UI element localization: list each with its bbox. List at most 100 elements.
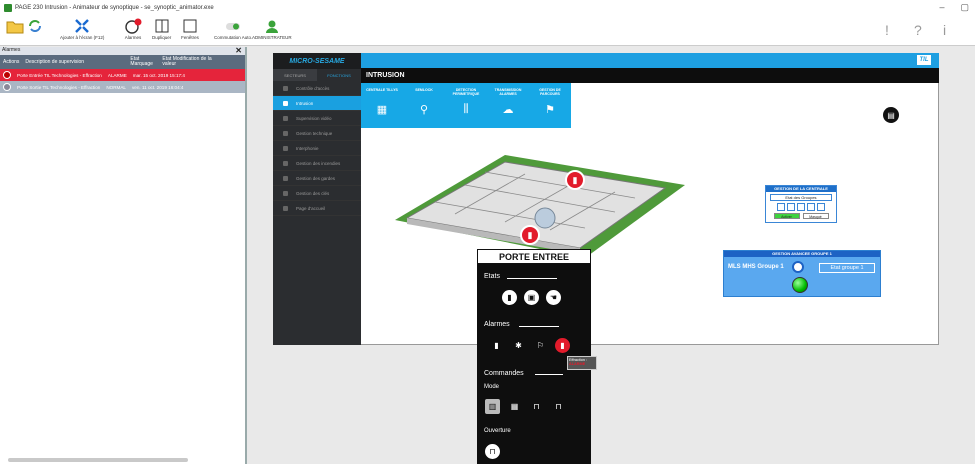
alarm-desc: Porte Sortie TIL Technologies - Effracti… xyxy=(17,84,101,90)
horizontal-scrollbar[interactable] xyxy=(8,458,188,462)
door-lock-icon[interactable]: ▣ xyxy=(524,290,539,305)
toolbar-open-button[interactable] xyxy=(6,18,24,34)
til-logo: TIL xyxy=(917,55,931,65)
brand-logo: MICRO-SESAME xyxy=(273,53,361,69)
alarm-date: ven. 11 oct. 2019 16:04:4 xyxy=(131,84,184,90)
sidebar-item-access[interactable]: Contrôle d'accès xyxy=(273,81,361,96)
pulse-open-icon[interactable]: ⊓ xyxy=(485,444,500,459)
sidebar-item-video[interactable]: Supervision vidéo xyxy=(273,111,361,126)
tamper-icon[interactable]: ✱ xyxy=(511,338,526,353)
fire-icon xyxy=(283,160,288,166)
sidebar-item-intercom[interactable]: Interphonie xyxy=(273,141,361,156)
toolbar-windows-button[interactable]: Fenêtres xyxy=(181,18,199,40)
refresh-icon xyxy=(29,20,41,32)
keypad-icon: ▦ xyxy=(376,104,388,116)
tab-secteurs[interactable]: SECTEURS xyxy=(273,69,317,81)
route-icon: ⚑ xyxy=(545,104,555,116)
alarm-row[interactable]: Porte Entrée TIL Technologies - Effracti… xyxy=(0,69,245,81)
home-icon xyxy=(283,205,288,211)
settings-icon[interactable] xyxy=(792,261,804,273)
user-icon xyxy=(265,20,278,33)
door-icon: ▮ xyxy=(572,174,578,185)
app-icon xyxy=(4,4,12,12)
unlock-icon[interactable]: ⊓ xyxy=(529,399,544,414)
toolbar-add-screen-button[interactable]: Ajouter à l'écran (F12) xyxy=(60,18,104,40)
header-bar: TIL xyxy=(361,53,939,68)
masked-button[interactable]: Masqué xyxy=(802,213,829,219)
status-led xyxy=(792,277,808,293)
hand-icon[interactable]: ☚ xyxy=(546,290,561,305)
guard-icon xyxy=(283,175,288,181)
intrusion-alarm-icon[interactable]: ▮ xyxy=(555,338,570,353)
group-panel: GESTION AVANCEE GROUPE 1 MLS MHS Groupe … xyxy=(723,250,881,297)
mode-schedule-icon[interactable]: ▦ xyxy=(507,399,522,414)
door-marker-exit[interactable]: ▮ xyxy=(565,170,585,190)
sidebar-item-fire[interactable]: Gestion des incendies xyxy=(273,156,361,171)
key-icon xyxy=(283,190,288,196)
ouverture-label: Ouverture xyxy=(484,428,511,434)
eye-icon xyxy=(283,100,288,106)
group-state-button[interactable]: Etat groupe 1 xyxy=(819,263,875,273)
tile-perimetre[interactable]: DETECTION PERIMETRIQUE ⫼ xyxy=(445,83,487,128)
switch-icon xyxy=(226,23,241,30)
sidebar-item-technical[interactable]: Gestion technique xyxy=(273,126,361,141)
toolbar-duplicate-button[interactable]: Dupliquer xyxy=(152,18,171,40)
run-icon[interactable]: ⚐ xyxy=(533,338,548,353)
tile-centrale[interactable]: CENTRALE TILLYS ▦ xyxy=(361,83,403,128)
sidebar-item-guards[interactable]: Gestion des gardes xyxy=(273,171,361,186)
col-state[interactable]: Etat Marquage xyxy=(127,57,159,67)
sidebar-item-home[interactable]: Page d'accueil xyxy=(273,201,361,216)
alarm-desc: Porte Entrée TIL Technologies - Effracti… xyxy=(17,72,102,78)
activate-button[interactable]: Activer xyxy=(773,213,800,219)
tile-semlock[interactable]: SEMLOCK ⚲ xyxy=(403,83,445,128)
bell-icon xyxy=(3,71,11,79)
alarm-state: ALARME xyxy=(107,72,127,78)
col-actions[interactable]: Actions xyxy=(0,59,22,65)
help-icon[interactable]: ? xyxy=(914,22,922,38)
section-title: INTRUSION xyxy=(361,68,939,83)
tile-transmission[interactable]: TRANSMISSION ALARMES ☁ xyxy=(487,83,529,128)
title-bar: PAGE 230 Intrusion - Animateur de synopt… xyxy=(0,0,975,16)
thermometer-icon xyxy=(283,130,288,136)
centrale-subtitle: Etat des Groupes xyxy=(770,194,832,201)
mode-label: Mode xyxy=(484,384,500,390)
tile-parcours[interactable]: GESTION DE PARCOURS ⚑ xyxy=(529,83,571,128)
toolbar-user-button[interactable]: ADMINISTRATEUR xyxy=(252,18,292,40)
report-button[interactable]: ▤ xyxy=(883,107,899,123)
transmission-icon: ☁ xyxy=(502,104,514,116)
popup-title: PORTE ENTREE xyxy=(477,249,591,264)
maximize-button[interactable]: ▢ xyxy=(960,2,969,13)
expand-icon xyxy=(75,19,90,33)
lock-icon[interactable]: ⊓ xyxy=(551,399,566,414)
duplicate-icon xyxy=(155,19,169,33)
close-icon[interactable]: ✕ xyxy=(235,46,242,55)
door-forced-icon[interactable]: ▮ xyxy=(489,338,504,353)
lock-walk-icon: ⚲ xyxy=(419,104,429,116)
sidebar-item-keys[interactable]: Gestion des clés xyxy=(273,186,361,201)
camera-icon xyxy=(283,115,288,121)
tab-fonctions[interactable]: FONCTIONS xyxy=(317,69,361,81)
group-states xyxy=(766,203,836,211)
toolbar-refresh-button[interactable] xyxy=(26,18,44,34)
mode-auto-icon[interactable]: ▥ xyxy=(485,399,500,414)
alarm-row[interactable]: Porte Sortie TIL Technologies - Effracti… xyxy=(0,81,245,93)
info-icon[interactable]: i xyxy=(943,22,946,38)
warning-icon[interactable]: ! xyxy=(885,22,889,38)
minimize-button[interactable]: – xyxy=(939,2,944,13)
group-label: MLS MHS Groupe 1 xyxy=(728,264,784,270)
door-marker-entrance[interactable]: ▮ xyxy=(520,225,540,245)
commandes-label: Commandes xyxy=(484,370,524,377)
window-title: PAGE 230 Intrusion - Animateur de synopt… xyxy=(15,5,214,11)
alarms-columns: Actions Description de supervision Etat … xyxy=(0,55,245,69)
toolbar: Ajouter à l'écran (F12) Alarmes Duplique… xyxy=(0,16,975,46)
tooltip-line2: ALARME xyxy=(569,362,586,366)
toolbar-switch-button[interactable]: Commutation Auto. xyxy=(214,18,252,40)
toolbar-alarms-button[interactable]: Alarmes xyxy=(124,18,142,40)
col-description[interactable]: Description de supervision xyxy=(22,59,127,65)
centrale-panel: GESTION DE LA CENTRALE Etat des Groupes … xyxy=(765,185,837,223)
sidebar-item-intrusion[interactable]: Intrusion xyxy=(273,96,361,111)
col-modification[interactable]: Etat Modification de la valeur xyxy=(159,57,229,67)
alarm-date: mar. 15 oct. 2019 15:17:4 xyxy=(132,72,185,78)
function-tiles: CENTRALE TILLYS ▦ SEMLOCK ⚲ DETECTION PERI… xyxy=(361,83,571,128)
door-state-icon[interactable]: ▮ xyxy=(502,290,517,305)
